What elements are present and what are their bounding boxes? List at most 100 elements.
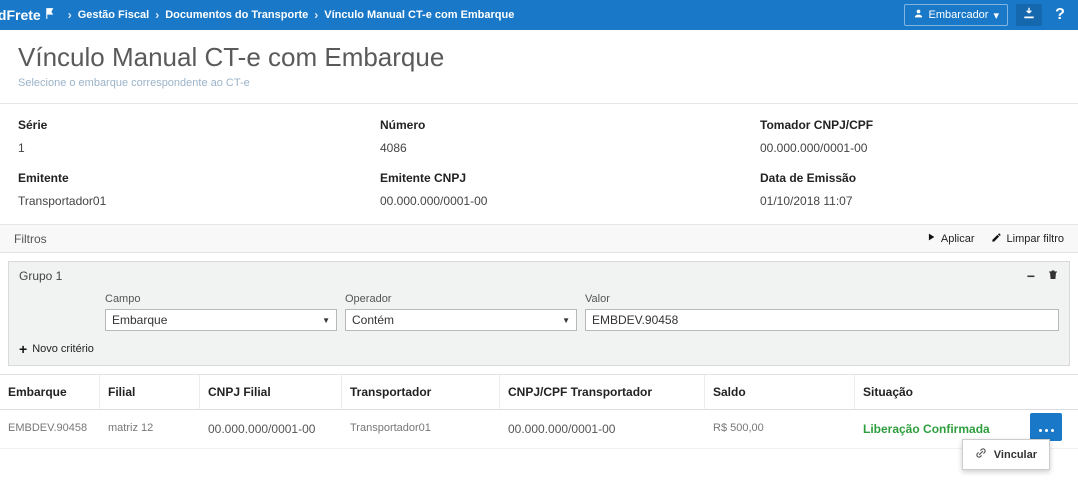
column-header-saldo: Saldo (705, 375, 855, 410)
cte-details-panel: Série 1 Número 4086 Tomador CNPJ/CPF 00.… (0, 104, 1078, 225)
download-icon (1022, 6, 1036, 25)
field-value: 4086 (380, 141, 760, 155)
delete-group-button[interactable] (1047, 268, 1059, 283)
chevron-down-icon: ▼ (562, 316, 570, 325)
page-subtitle: Selecione o embarque correspondente ao C… (18, 77, 1060, 89)
cell-transportador: Transportador01 (342, 410, 500, 449)
status-badge: Liberação Confirmada (863, 422, 990, 436)
filters-title: Filtros (14, 232, 47, 246)
cell-cnpj-transportador: 00.000.000/0001-00 (500, 410, 705, 449)
field-emitente-cnpj: Emitente CNPJ 00.000.000/0001-00 (380, 171, 760, 208)
breadcrumb-item-documentos[interactable]: Documentos do Transporte (161, 9, 312, 21)
field-label: Tomador CNPJ/CPF (760, 118, 1060, 132)
operador-field: Operador Contém ▼ (345, 293, 577, 331)
valor-label: Valor (585, 293, 1059, 305)
field-tomador-cnpj: Tomador CNPJ/CPF 00.000.000/0001-00 (760, 118, 1060, 155)
cell-saldo: R$ 500,00 (705, 410, 855, 449)
cell-situacao: Liberação Confirmada Vincular (855, 410, 1078, 449)
operador-label: Operador (345, 293, 577, 305)
group-actions: − (1027, 268, 1059, 283)
cell-embarque: EMBDEV.90458 (0, 410, 100, 449)
topbar-actions: Embarcador ▾ ? (904, 4, 1070, 26)
trash-icon (1047, 268, 1059, 284)
cell-filial: matriz 12 (100, 410, 200, 449)
plus-icon: + (19, 341, 27, 357)
user-menu-button[interactable]: Embarcador ▾ (904, 4, 1008, 26)
field-value: 00.000.000/0001-00 (760, 141, 1060, 155)
field-value: 00.000.000/0001-00 (380, 194, 760, 208)
flag-icon (41, 7, 56, 23)
group-title: Grupo 1 (19, 269, 62, 283)
field-serie: Série 1 (18, 118, 380, 155)
field-label: Data de Emissão (760, 171, 1060, 185)
field-value: Transportador01 (18, 194, 380, 208)
user-menu-label: Embarcador (929, 9, 989, 21)
chevron-separator-icon: › (153, 8, 161, 22)
breadcrumb: › Gestão Fiscal › Documentos do Transpor… (66, 8, 904, 22)
table-header-row: Embarque Filial CNPJ Filial Transportado… (0, 375, 1078, 410)
filters-actions: Aplicar Limpar filtro (926, 232, 1064, 246)
valor-input[interactable] (585, 309, 1059, 331)
field-data-emissao: Data de Emissão 01/10/2018 11:07 (760, 171, 1060, 208)
field-label: Número (380, 118, 760, 132)
filter-group-header: Grupo 1 − (19, 268, 1059, 283)
apply-filter-label: Aplicar (941, 233, 975, 245)
chevron-down-icon: ▼ (322, 316, 330, 325)
collapse-group-button[interactable]: − (1027, 269, 1035, 283)
link-icon (975, 447, 987, 462)
column-header-filial: Filial (100, 375, 200, 410)
breadcrumb-item-vinculo[interactable]: Vínculo Manual CT-e com Embarque (320, 9, 518, 21)
chevron-separator-icon: › (312, 8, 320, 22)
column-header-cnpj-transportador: CNPJ/CPF Transportador (500, 375, 705, 410)
campo-select[interactable]: Embarque ▼ (105, 309, 337, 331)
row-actions-button[interactable] (1030, 413, 1062, 441)
app-logo-text: ldFrete (0, 7, 41, 23)
field-value: 01/10/2018 11:07 (760, 194, 1060, 208)
cell-cnpj-filial: 00.000.000/0001-00 (200, 410, 342, 449)
help-icon: ? (1055, 6, 1065, 24)
top-bar: ldFrete › Gestão Fiscal › Documentos do … (0, 0, 1078, 30)
field-label: Emitente (18, 171, 380, 185)
filter-criteria-row: Campo Embarque ▼ Operador Contém ▼ Valor (105, 293, 1059, 331)
column-header-cnpj-filial: CNPJ Filial (200, 375, 342, 410)
pencil-icon (991, 232, 1002, 246)
field-value: 1 (18, 141, 380, 155)
results-table: Embarque Filial CNPJ Filial Transportado… (0, 374, 1078, 449)
new-criteria-button[interactable]: + Novo critério (19, 341, 94, 357)
campo-field: Campo Embarque ▼ (105, 293, 337, 331)
user-icon (913, 8, 924, 22)
valor-field: Valor (585, 293, 1059, 331)
clear-filter-button[interactable]: Limpar filtro (991, 232, 1064, 246)
operador-select[interactable]: Contém ▼ (345, 309, 577, 331)
filter-group-panel: Grupo 1 − Campo Embarque ▼ Operador Cont… (8, 261, 1070, 366)
new-criteria-label: Novo critério (32, 343, 94, 355)
menu-item-vincular[interactable]: Vincular (963, 440, 1049, 469)
column-header-transportador: Transportador (342, 375, 500, 410)
campo-select-value: Embarque (112, 313, 167, 327)
minus-icon: − (1027, 268, 1035, 284)
row-context-menu: Vincular (962, 439, 1050, 470)
campo-label: Campo (105, 293, 337, 305)
apply-filter-button[interactable]: Aplicar (926, 232, 975, 246)
table-row[interactable]: EMBDEV.90458 matriz 12 00.000.000/0001-0… (0, 410, 1078, 449)
page-title: Vínculo Manual CT-e com Embarque (18, 42, 1060, 73)
filters-bar: Filtros Aplicar Limpar filtro (0, 225, 1078, 253)
operador-select-value: Contém (352, 313, 394, 327)
breadcrumb-item-gestao-fiscal[interactable]: Gestão Fiscal (74, 9, 154, 21)
field-label: Série (18, 118, 380, 132)
app-logo[interactable]: ldFrete (0, 7, 56, 23)
help-button[interactable]: ? (1050, 4, 1070, 26)
ellipsis-icon (1039, 429, 1042, 432)
page-header: Vínculo Manual CT-e com Embarque Selecio… (0, 30, 1078, 104)
caret-down-icon: ▾ (993, 9, 999, 22)
field-emitente: Emitente Transportador01 (18, 171, 380, 208)
clear-filter-label: Limpar filtro (1007, 233, 1064, 245)
field-numero: Número 4086 (380, 118, 760, 155)
field-label: Emitente CNPJ (380, 171, 760, 185)
download-button[interactable] (1016, 4, 1042, 26)
chevron-separator-icon: › (66, 8, 74, 22)
column-header-embarque: Embarque (0, 375, 100, 410)
column-header-situacao: Situação (855, 375, 1078, 410)
menu-item-label: Vincular (994, 449, 1037, 461)
play-icon (926, 232, 936, 245)
